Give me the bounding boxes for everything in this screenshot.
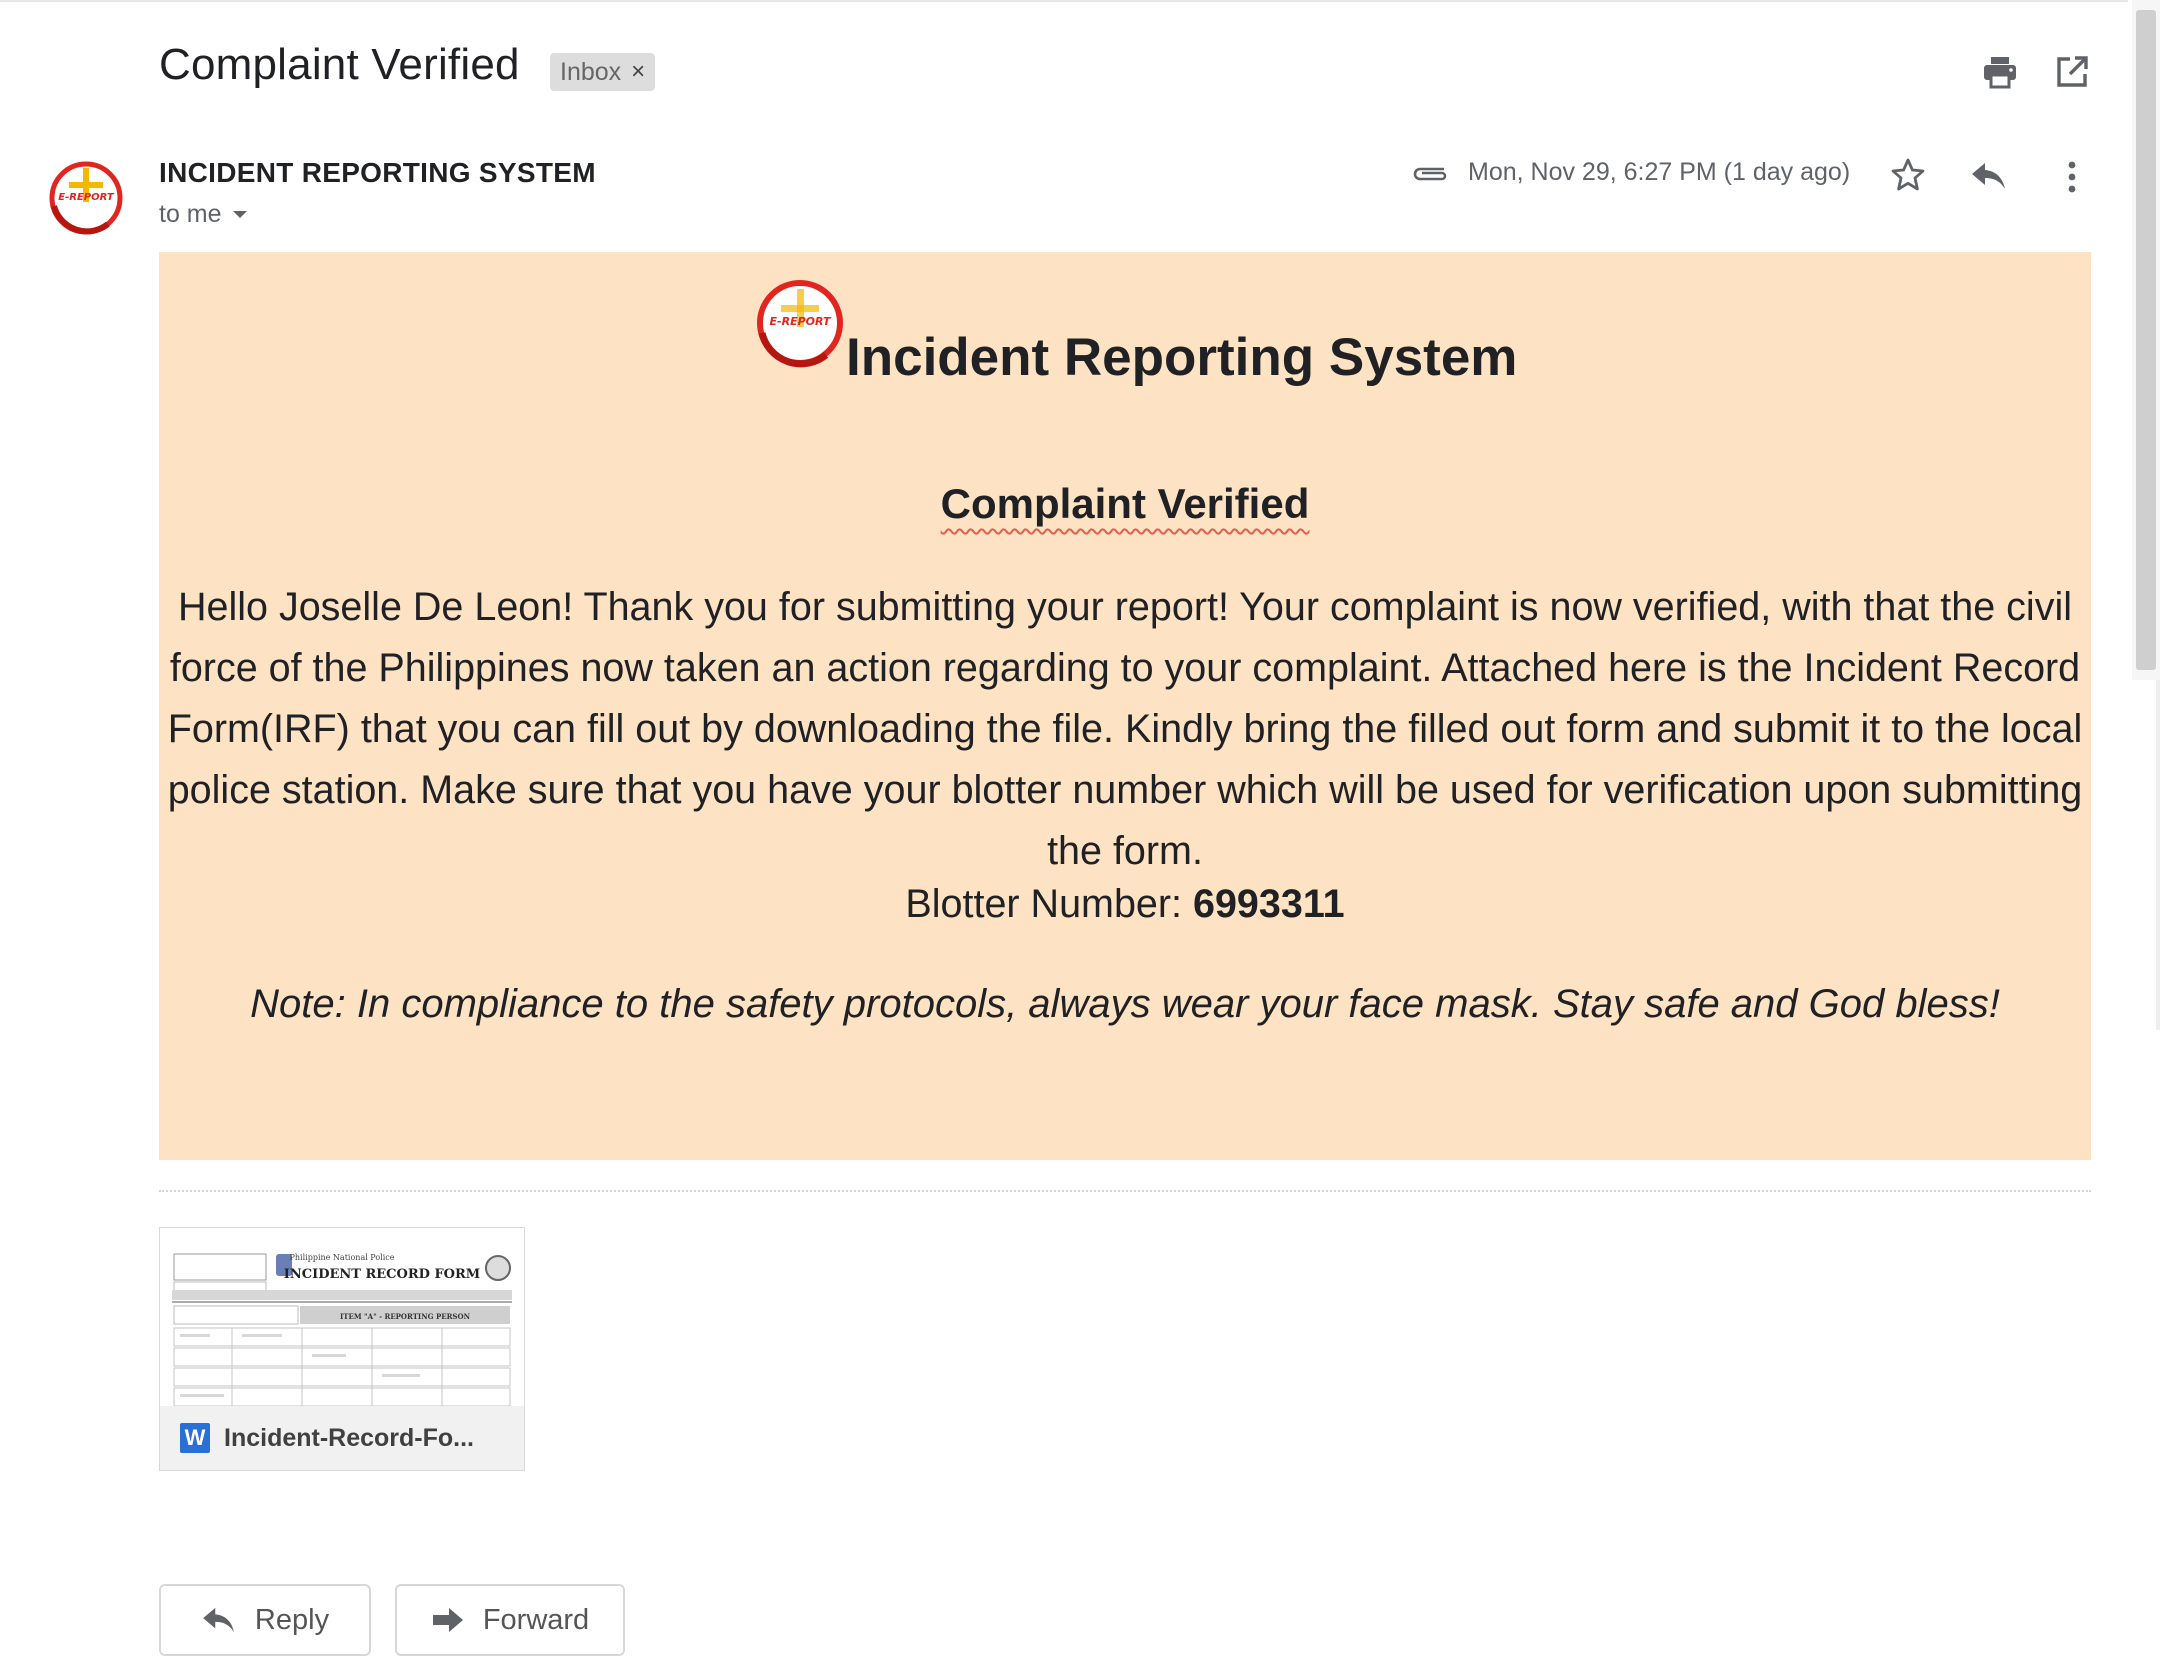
- attachment-preview: Philippine National Police INCIDENT RECO…: [172, 1248, 512, 1430]
- email-subject: Complaint Verified: [159, 40, 520, 89]
- preview-agency: Philippine National Police: [289, 1253, 394, 1262]
- reply-button[interactable]: Reply: [159, 1584, 371, 1656]
- paperclip-icon: [1413, 167, 1447, 180]
- attachment-filename[interactable]: Incident-Record-Fo...: [224, 1424, 474, 1453]
- avatar-logo-text: E-REPORT: [58, 192, 115, 203]
- scrollbar-thumb[interactable]: [2136, 10, 2156, 670]
- preview-section: ITEM "A" - REPORTING PERSON: [340, 1312, 471, 1321]
- more-vert-icon[interactable]: [2062, 157, 2082, 197]
- word-document-icon: W: [180, 1423, 210, 1453]
- message-heading: Complaint Verified: [940, 480, 1310, 527]
- sender-avatar[interactable]: E-REPORT: [46, 158, 126, 238]
- recipient-details[interactable]: to me: [159, 200, 248, 229]
- remove-label-icon[interactable]: ×: [631, 53, 645, 91]
- message-paragraph: Hello Joselle De Leon! Thank you for sub…: [167, 585, 2083, 873]
- brand-title: Incident Reporting System: [846, 328, 1518, 387]
- reply-icon[interactable]: [1968, 157, 2010, 195]
- printer-icon[interactable]: [1978, 52, 2022, 92]
- logo-text: E-REPORT: [770, 315, 832, 328]
- open-in-new-window-icon[interactable]: [2052, 52, 2092, 92]
- preview-title: INCIDENT RECORD FORM: [284, 1267, 480, 1282]
- forward-button[interactable]: Forward: [395, 1584, 625, 1656]
- blotter-label: Blotter Number:: [905, 882, 1193, 926]
- inbox-label-chip[interactable]: Inbox ×: [550, 53, 656, 91]
- blotter-number: 6993311: [1192, 882, 1345, 926]
- reply-label: Reply: [254, 1603, 330, 1636]
- e-report-logo: E-REPORT: [757, 280, 843, 368]
- top-border: [0, 0, 2128, 2]
- reply-arrow-icon: [203, 1607, 234, 1633]
- chevron-down-icon[interactable]: [232, 210, 248, 220]
- brand-header: E-REPORT Incident Reporting System: [754, 277, 1517, 388]
- star-icon[interactable]: [1888, 155, 1928, 195]
- inbox-label-text: Inbox: [560, 58, 622, 86]
- message-meta: Mon, Nov 29, 6:27 PM (1 day ago): [1410, 158, 1850, 187]
- safety-note: Note: In compliance to the safety protoc…: [250, 982, 2000, 1026]
- email-body: E-REPORT Incident Reporting System Compl…: [159, 252, 2091, 1160]
- attachment-divider: [159, 1190, 2091, 1192]
- forward-arrow-icon: [432, 1608, 463, 1632]
- attachment-footer: W Incident-Record-Fo...: [160, 1406, 524, 1470]
- message-date: Mon, Nov 29, 6:27 PM (1 day ago): [1468, 158, 1851, 186]
- sender-name[interactable]: INCIDENT REPORTING SYSTEM: [159, 157, 596, 189]
- forward-label: Forward: [482, 1603, 590, 1636]
- attachment-card[interactable]: Philippine National Police INCIDENT RECO…: [159, 1227, 525, 1471]
- scrollbar-edge: [2156, 680, 2160, 1030]
- recipient-text: to me: [159, 200, 222, 228]
- blotter-line: Blotter Number: 6993311: [159, 882, 2091, 927]
